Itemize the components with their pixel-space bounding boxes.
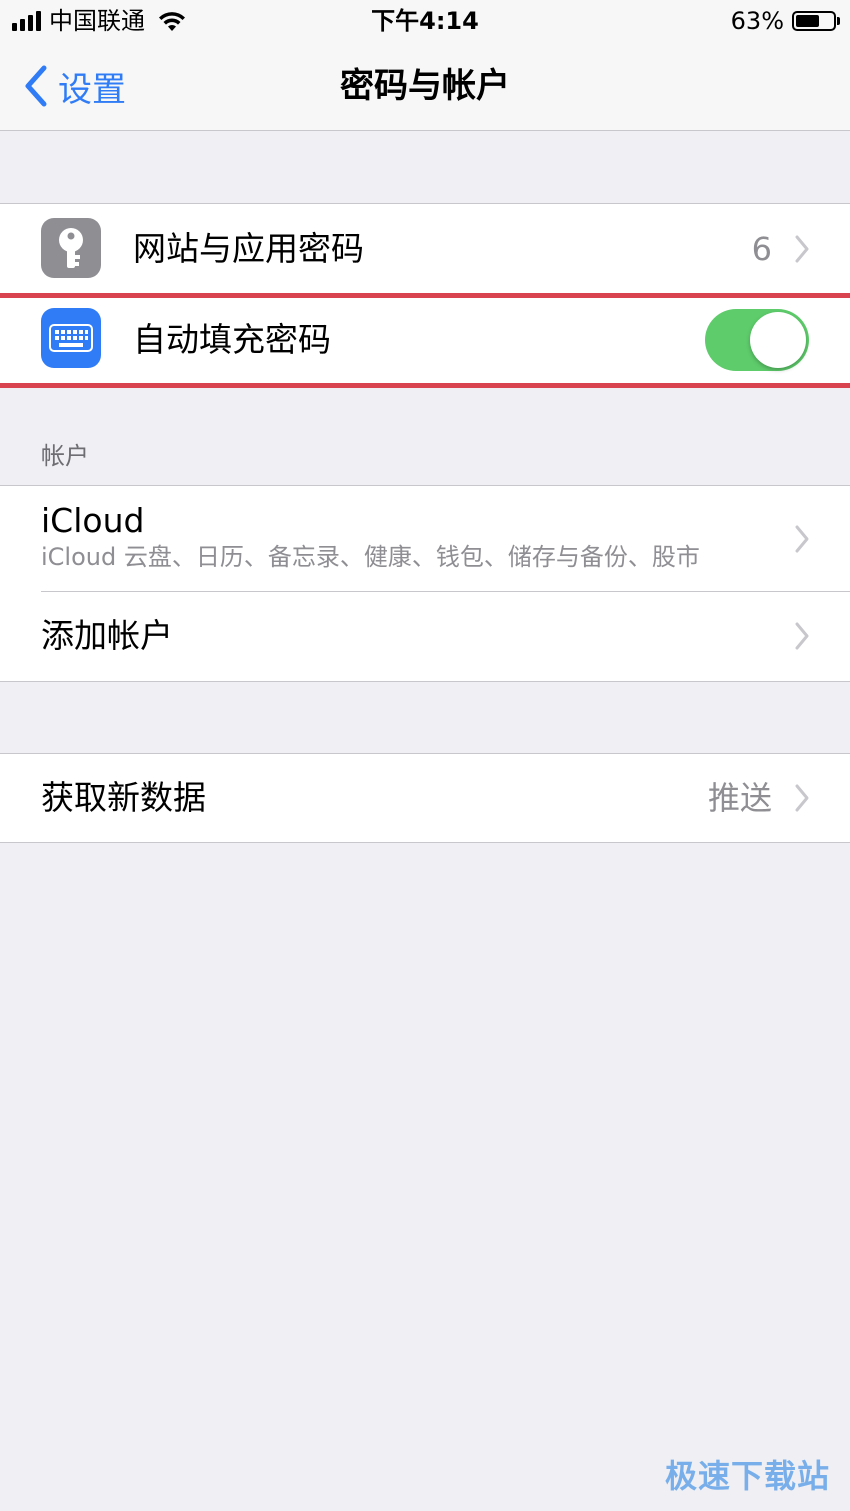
chevron-right-icon (795, 784, 809, 812)
passwords-group: 网站与应用密码 6 自动填充密码 (0, 203, 850, 387)
add-account-label: 添加帐户 (41, 616, 173, 655)
accounts-group: iCloud iCloud 云盘、日历、备忘录、健康、钱包、储存与备份、股市 添… (0, 485, 850, 682)
icloud-row[interactable]: iCloud iCloud 云盘、日历、备忘录、健康、钱包、储存与备份、股市 (0, 486, 850, 592)
status-right: 63% (731, 6, 840, 36)
fetch-mode-value: 推送 (707, 779, 772, 817)
nav-bar: 设置 密码与帐户 (0, 42, 850, 131)
add-account-row[interactable]: 添加帐户 (0, 592, 850, 681)
battery-percent: 63% (730, 7, 784, 35)
website-passwords-row[interactable]: 网站与应用密码 6 (0, 204, 850, 294)
battery-icon (792, 11, 836, 31)
password-count: 6 (751, 230, 772, 268)
icloud-subtitle: iCloud 云盘、日历、备忘录、健康、钱包、储存与备份、股市 (41, 543, 700, 571)
key-icon (41, 218, 101, 278)
website-passwords-label: 网站与应用密码 (133, 229, 364, 268)
chevron-right-icon (795, 235, 809, 263)
fetch-new-data-label: 获取新数据 (41, 778, 206, 817)
accounts-section-header: 帐户 (41, 442, 89, 470)
autofill-toggle[interactable] (705, 309, 809, 371)
keyboard-icon (41, 308, 101, 368)
chevron-right-icon (795, 525, 809, 553)
icloud-title: iCloud (41, 501, 145, 540)
toggle-knob (750, 312, 806, 368)
status-time: 下午4:14 (371, 7, 479, 35)
fetch-group: 获取新数据 推送 (0, 753, 850, 843)
watermark: 极速下载站 (664, 1457, 830, 1495)
chevron-right-icon (795, 622, 809, 650)
fetch-new-data-row[interactable]: 获取新数据 推送 (0, 754, 850, 842)
autofill-passwords-row: 自动填充密码 (0, 294, 850, 386)
autofill-passwords-label: 自动填充密码 (133, 320, 331, 359)
battery-fill (796, 15, 819, 27)
status-bar: 中国联通 下午4:14 63% (0, 0, 850, 42)
page-title: 密码与帐户 (340, 66, 510, 106)
battery-tip (837, 17, 840, 25)
